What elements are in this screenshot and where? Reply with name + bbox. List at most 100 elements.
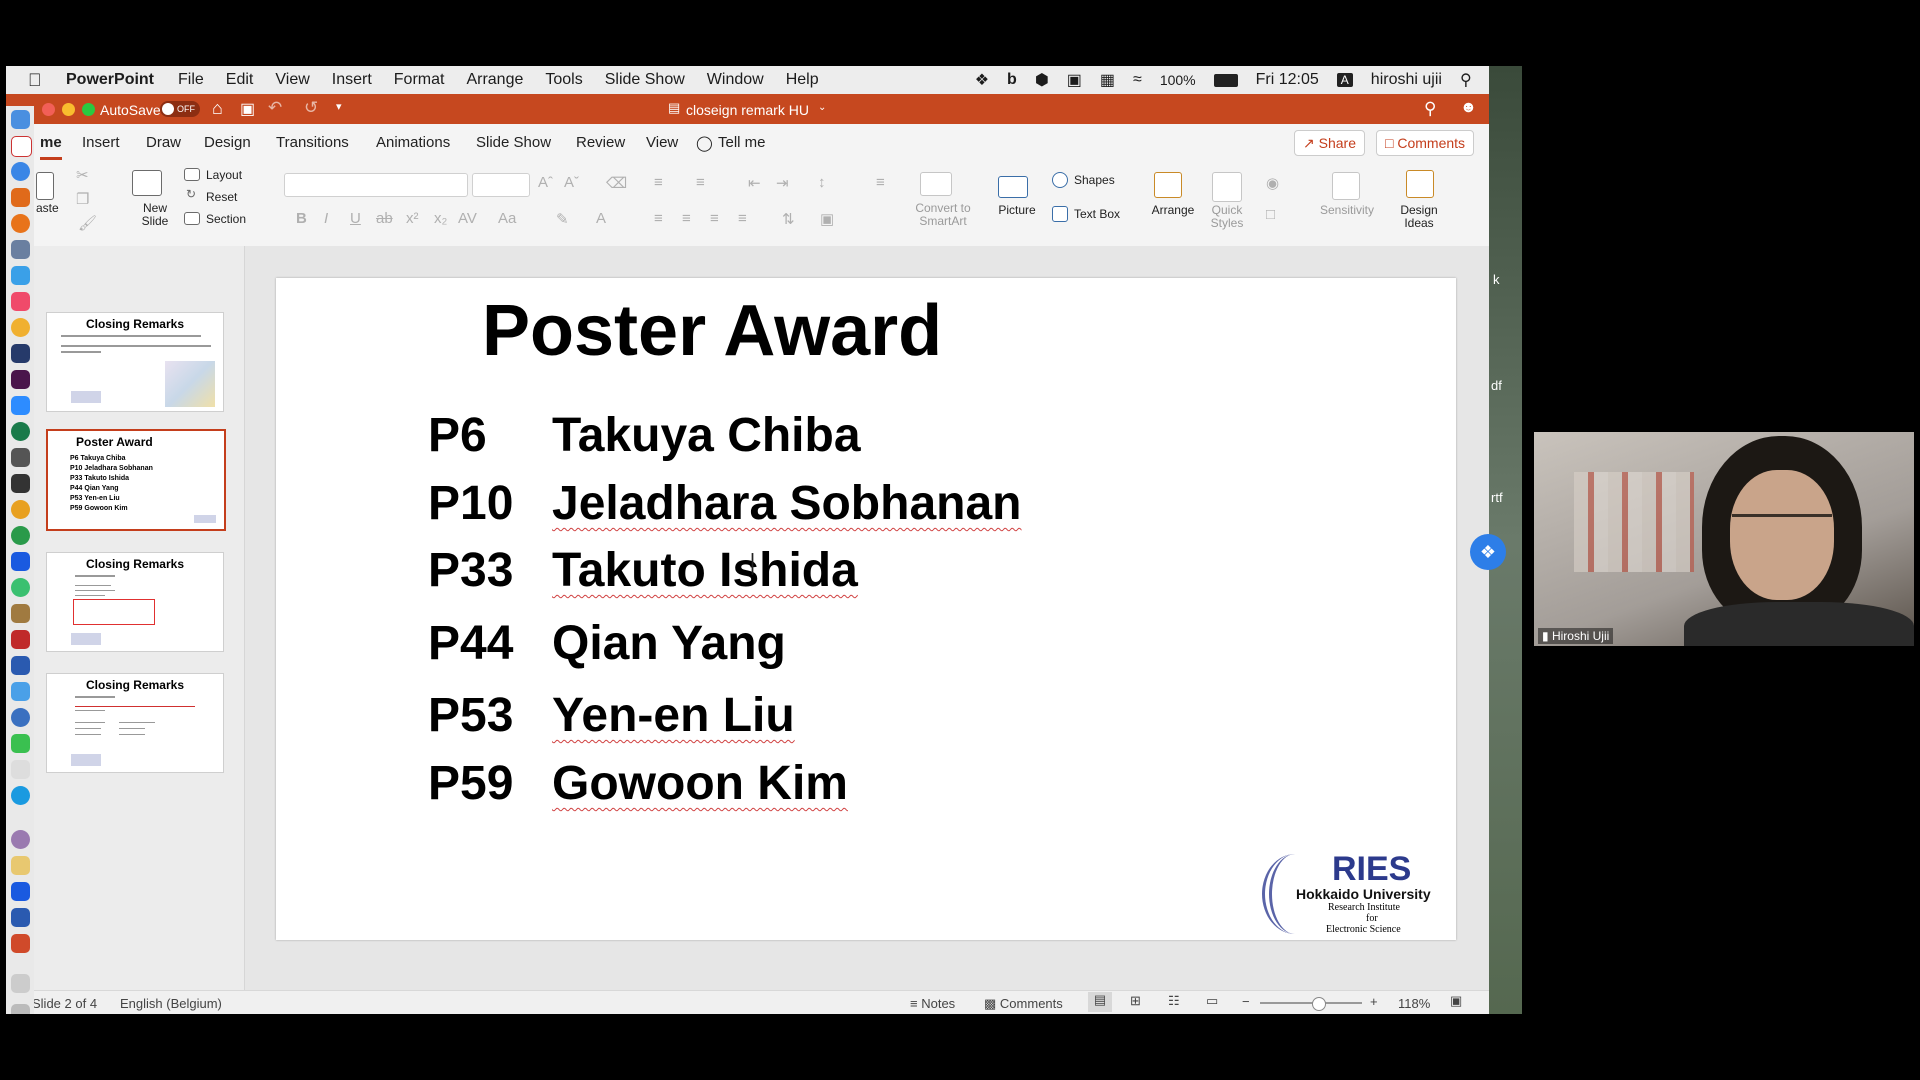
window-close-button[interactable]	[42, 103, 55, 116]
menu-format[interactable]: Format	[394, 71, 445, 89]
slide-thumbnail-2[interactable]: Poster Award P6 Takuya Chiba P10 Jeladha…	[46, 429, 226, 531]
bullets-icon[interactable]: ≡	[654, 174, 663, 191]
title-chevron-icon[interactable]: ⌄	[818, 102, 826, 113]
photos-icon[interactable]	[11, 318, 30, 337]
app-icon[interactable]	[11, 344, 30, 363]
menu-app-name[interactable]: PowerPoint	[66, 71, 154, 89]
picture-label[interactable]: Picture	[996, 204, 1038, 217]
sensitivity-label[interactable]: Sensitivity	[1316, 204, 1378, 217]
shapes-label[interactable]: Shapes	[1074, 174, 1115, 187]
app-icon[interactable]	[11, 474, 30, 493]
tab-home[interactable]: me	[40, 134, 62, 160]
smartart-icon[interactable]	[920, 172, 952, 196]
format-painter-icon[interactable]: 🖌	[78, 214, 97, 232]
document-title[interactable]: closeign remark HU	[686, 102, 809, 118]
app-icon[interactable]	[11, 526, 30, 545]
home-icon[interactable]: ⌂	[212, 98, 223, 119]
slide-thumbnail-3[interactable]: Closing Remarks	[46, 552, 224, 652]
decrease-indent-icon[interactable]: ⇤	[748, 174, 761, 192]
italic-icon[interactable]: I	[324, 210, 328, 227]
office-app-icon[interactable]	[11, 188, 30, 207]
clock[interactable]: Fri 12:05	[1256, 71, 1319, 89]
autosave-toggle[interactable]: OFF	[160, 101, 200, 117]
window-zoom-button[interactable]	[82, 103, 95, 116]
change-case-icon[interactable]: Aa	[498, 210, 516, 227]
line-spacing-icon[interactable]: ↕	[818, 174, 826, 191]
font-name-field[interactable]	[284, 173, 468, 197]
trash-icon[interactable]	[11, 1004, 30, 1014]
menu-file[interactable]: File	[178, 71, 204, 89]
battery-icon[interactable]	[1213, 73, 1238, 87]
layout-label[interactable]: Layout	[206, 169, 242, 182]
decrease-font-icon[interactable]: Aˇ	[564, 174, 579, 191]
share-button[interactable]: ↗ Share	[1294, 130, 1365, 156]
award-row[interactable]: P44 Qian Yang	[428, 616, 786, 671]
search-icon[interactable]: ⚲	[1424, 99, 1436, 119]
window-minimize-button[interactable]	[62, 103, 75, 116]
skype-icon[interactable]	[11, 786, 30, 805]
language-indicator[interactable]: English (Belgium)	[120, 996, 222, 1011]
copy-icon[interactable]: ❐	[76, 190, 89, 208]
bold-icon[interactable]: B	[296, 210, 307, 227]
align-right-icon[interactable]: ≡	[710, 210, 719, 227]
tab-view[interactable]: View	[646, 134, 678, 151]
notes-button[interactable]: ≡ Notes	[910, 996, 955, 1011]
preview-icon[interactable]	[11, 240, 30, 259]
app-icon[interactable]	[11, 682, 30, 701]
award-row[interactable]: P10 Jeladhara Sobhanan	[428, 476, 1021, 531]
slide-thumbnail-1[interactable]: Closing Remarks	[46, 312, 224, 412]
finder-icon[interactable]	[11, 110, 30, 129]
tab-draw[interactable]: Draw	[146, 134, 181, 151]
extension-status-icon[interactable]: ⬢	[1035, 70, 1049, 90]
menu-edit[interactable]: Edit	[226, 71, 254, 89]
save-icon[interactable]: ▣	[240, 99, 255, 119]
music-icon[interactable]	[11, 292, 30, 311]
new-slide-label[interactable]: New Slide	[134, 202, 176, 228]
superscript-icon[interactable]: x²	[406, 210, 419, 227]
columns-icon[interactable]: ≡	[876, 174, 885, 191]
quick-styles-icon[interactable]	[1212, 172, 1242, 202]
tab-animations[interactable]: Animations	[376, 134, 450, 151]
slide-sorter-icon[interactable]: ⊞	[1130, 993, 1141, 1009]
b-status-icon[interactable]: b	[1007, 71, 1017, 89]
participant-video[interactable]: ▮ Hiroshi Ujii	[1534, 432, 1914, 646]
strikethrough-icon[interactable]: ab	[376, 210, 393, 227]
menu-window[interactable]: Window	[707, 71, 764, 89]
menu-insert[interactable]: Insert	[332, 71, 372, 89]
wifi-icon[interactable]: ≈	[1133, 71, 1142, 89]
reset-label[interactable]: Reset	[206, 191, 237, 204]
undo-icon[interactable]: ↶	[268, 98, 282, 118]
calendar-icon[interactable]	[11, 136, 32, 157]
customize-toolbar-icon[interactable]: ▾	[336, 100, 342, 113]
user-name[interactable]: hiroshi ujii	[1371, 71, 1442, 89]
redo-icon[interactable]: ↺	[304, 98, 318, 118]
char-spacing-icon[interactable]: AV	[458, 210, 477, 227]
app-icon[interactable]	[11, 760, 30, 779]
menu-view[interactable]: View	[275, 71, 309, 89]
award-row[interactable]: P6 Takuya Chiba	[428, 408, 861, 463]
award-row[interactable]: P33 Takuto Ishida	[428, 543, 858, 598]
messages-icon[interactable]	[11, 734, 30, 753]
shapes-icon[interactable]	[1052, 172, 1068, 188]
menu-tools[interactable]: Tools	[545, 71, 582, 89]
shape-outline-icon[interactable]: □	[1266, 206, 1275, 223]
menu-arrange[interactable]: Arrange	[466, 71, 523, 89]
text-box-label[interactable]: Text Box	[1074, 208, 1120, 221]
layout-icon[interactable]	[184, 168, 200, 181]
tab-transitions[interactable]: Transitions	[276, 134, 349, 151]
numbering-icon[interactable]: ≡	[696, 174, 705, 191]
align-text-icon[interactable]: ▣	[820, 210, 834, 228]
dropbox-icon[interactable]	[11, 882, 30, 901]
account-icon[interactable]: ☻	[1460, 99, 1477, 117]
chrome-icon[interactable]	[11, 500, 30, 519]
spotlight-search-icon[interactable]: ⚲	[1460, 70, 1472, 90]
normal-view-icon[interactable]: ▤	[1088, 992, 1112, 1012]
menu-slide-show[interactable]: Slide Show	[605, 71, 685, 89]
tell-me-field[interactable]: Tell me	[718, 134, 766, 151]
apple-icon[interactable]: 	[28, 70, 48, 91]
shape-fill-icon[interactable]: ◉	[1266, 174, 1279, 192]
app-icon[interactable]	[11, 708, 30, 727]
folder-icon[interactable]	[11, 856, 30, 875]
text-box-icon[interactable]	[1052, 206, 1068, 222]
refresh-icon[interactable]: ↻	[186, 187, 196, 201]
